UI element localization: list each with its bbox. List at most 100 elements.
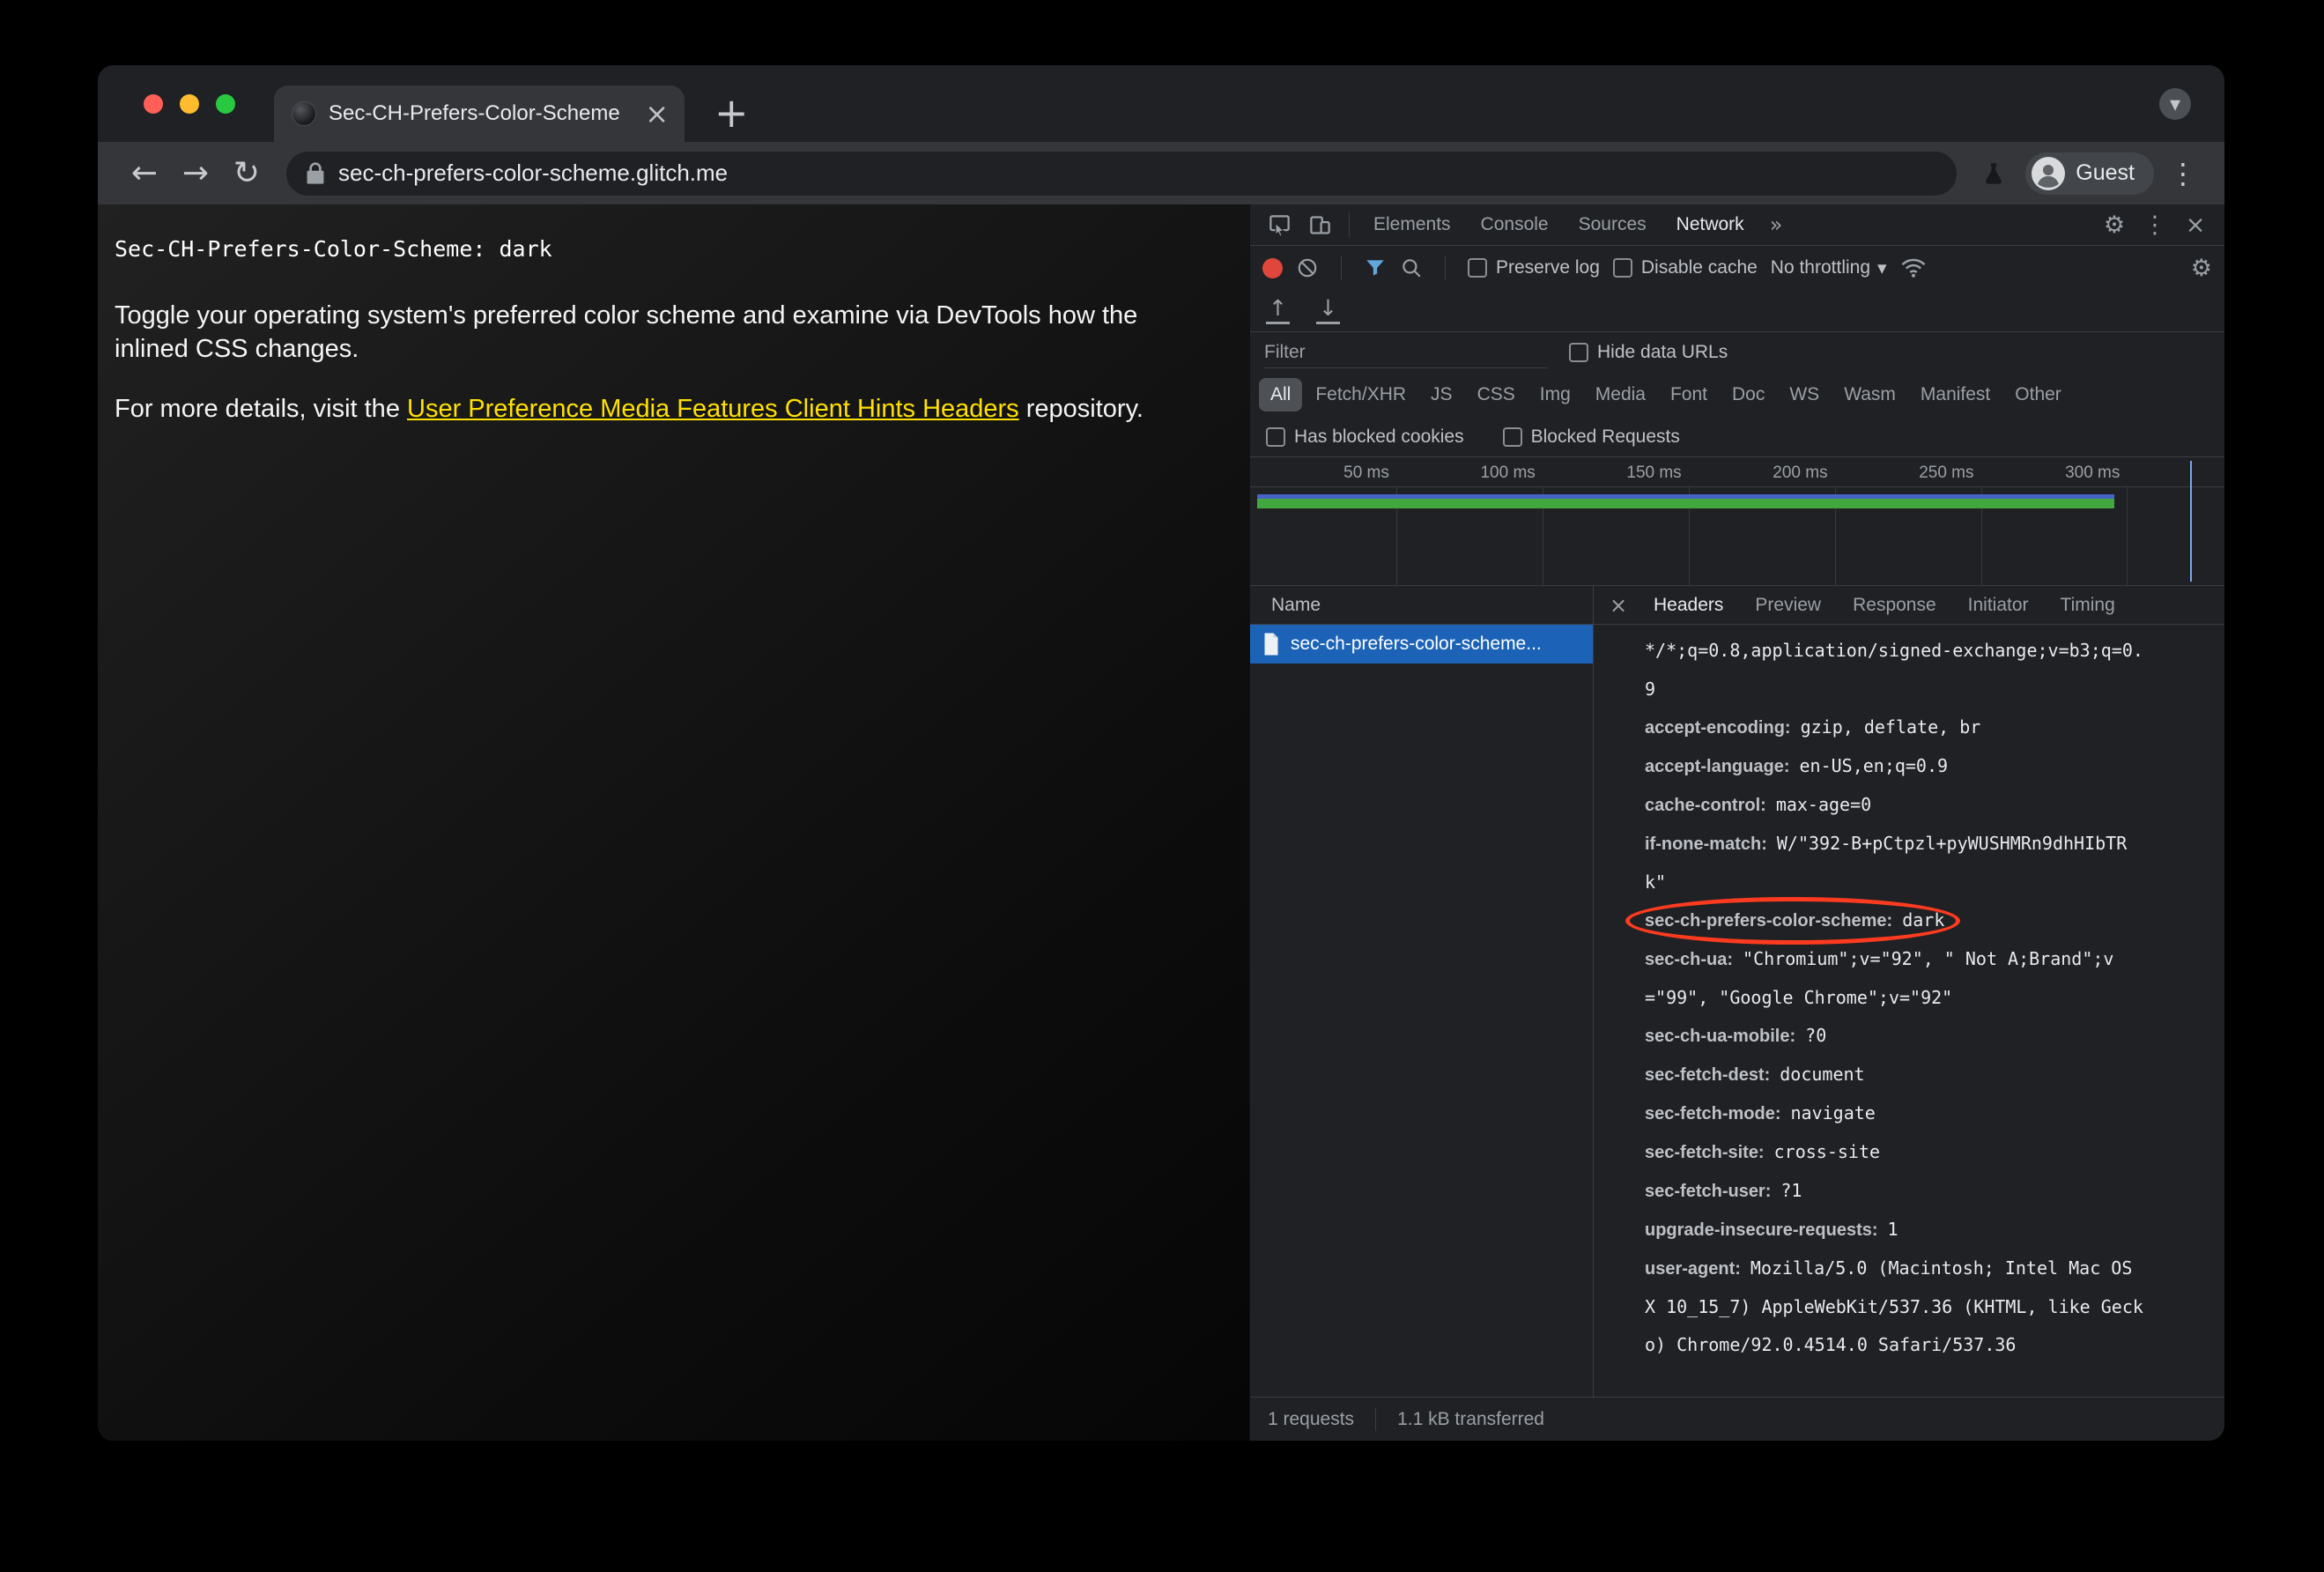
request-row-selected[interactable]: sec-ch-prefers-color-scheme... <box>1250 625 1593 664</box>
transferred-size: 1.1 kB transferred <box>1397 1408 1544 1429</box>
traffic-lights <box>144 94 235 114</box>
header-name: accept-encoding: <box>1645 718 1791 738</box>
checkbox-box[interactable] <box>1569 343 1588 362</box>
avatar <box>2032 156 2066 190</box>
divider <box>1375 1407 1377 1431</box>
detail-tab-initiator[interactable]: Initiator <box>1952 586 2045 624</box>
document-icon <box>1262 633 1280 656</box>
devtools-close-icon[interactable]: × <box>2175 211 2216 239</box>
chip-img[interactable]: Img <box>1528 378 1582 412</box>
header-row: user-agent: Mozilla/5.0 (Macintosh; Intel… <box>1645 1249 2145 1364</box>
detail-tab-timing[interactable]: Timing <box>2045 586 2131 624</box>
header-row-sec-ch-prefers-color-scheme: sec-ch-prefers-color-scheme: dark <box>1625 897 2145 945</box>
profile-chip[interactable]: Guest <box>2025 152 2154 195</box>
filter-funnel-icon[interactable] <box>1364 256 1387 279</box>
chip-other[interactable]: Other <box>2003 378 2073 412</box>
divider <box>1445 256 1446 280</box>
chip-js[interactable]: JS <box>1419 378 1464 412</box>
header-name: sec-fetch-user: <box>1645 1182 1772 1201</box>
chip-font[interactable]: Font <box>1659 378 1719 412</box>
checkbox-box[interactable] <box>1612 258 1632 278</box>
page-content: Sec-CH-Prefers-Color-Scheme: dark Toggle… <box>98 204 1249 1441</box>
devtools-tab-network[interactable]: Network <box>1662 204 1759 245</box>
timeline-tick: 200 ms <box>1773 463 1828 482</box>
divider <box>1349 212 1350 237</box>
disable-cache-checkbox[interactable]: Disable cache <box>1612 257 1758 278</box>
minimize-window-button[interactable] <box>180 94 199 114</box>
export-har-icon[interactable]: ↓ <box>1315 297 1340 324</box>
header-name: sec-ch-ua-mobile: <box>1645 1027 1796 1046</box>
import-har-icon[interactable]: ↑ <box>1266 297 1290 324</box>
detail-tab-preview[interactable]: Preview <box>1739 586 1837 624</box>
header-value: max-age=0 <box>1775 794 1872 815</box>
name-column-header[interactable]: Name <box>1250 586 1593 625</box>
search-icon[interactable] <box>1400 256 1423 279</box>
devtools-settings-gear-icon[interactable]: ⚙ <box>2094 211 2135 239</box>
timeline-bar-green <box>1257 499 2115 508</box>
browser-tab[interactable]: Sec-CH-Prefers-Color-Scheme × <box>274 85 685 142</box>
device-toolbar-icon[interactable] <box>1299 213 1340 237</box>
new-tab-button[interactable]: + <box>714 93 749 133</box>
page-paragraph-1: Toggle your operating system's preferred… <box>115 301 1138 363</box>
close-detail-icon[interactable]: × <box>1599 593 1638 618</box>
checkbox-box[interactable] <box>1468 258 1487 278</box>
detail-tab-response[interactable]: Response <box>1837 586 1952 624</box>
detail-tabbar: × Headers Preview Response Initiator Tim… <box>1594 586 2224 625</box>
tab-close-icon[interactable]: × <box>645 100 669 128</box>
browser-toolbar: ← → ↻ sec-ch-prefers-color-scheme.glitch… <box>98 142 2224 204</box>
client-hints-repo-link[interactable]: User Preference Media Features Client Hi… <box>407 395 1019 423</box>
chip-all[interactable]: All <box>1259 378 1303 412</box>
clear-network-log-icon[interactable] <box>1296 256 1319 279</box>
chip-ws[interactable]: WS <box>1778 378 1831 412</box>
record-network-log-button[interactable] <box>1262 257 1283 278</box>
throttling-dropdown[interactable]: No throttling ▾ <box>1771 257 1887 278</box>
preserve-log-checkbox[interactable]: Preserve log <box>1468 257 1600 278</box>
blocked-filters-row: Has blocked cookies Blocked Requests <box>1250 417 2224 457</box>
tab-search-button[interactable]: ▾ <box>2159 88 2191 120</box>
timeline-tick: 100 ms <box>1480 463 1536 482</box>
page-paragraph-2: For more details, visit the User Prefere… <box>115 392 1181 426</box>
chip-fetch-xhr[interactable]: Fetch/XHR <box>1304 378 1417 412</box>
address-bar[interactable]: sec-ch-prefers-color-scheme.glitch.me <box>286 151 1958 196</box>
preserve-log-label: Preserve log <box>1496 257 1600 278</box>
filter-input[interactable] <box>1264 337 1548 368</box>
chip-manifest[interactable]: Manifest <box>1909 378 2002 412</box>
chip-css[interactable]: CSS <box>1466 378 1527 412</box>
browser-menu-kebab-icon[interactable]: ⋮ <box>2163 157 2203 190</box>
labs-beaker-icon[interactable] <box>1971 160 2017 187</box>
checkbox-box[interactable] <box>1502 426 1522 447</box>
chip-doc[interactable]: Doc <box>1721 378 1776 412</box>
header-row: cache-control: max-age=0 <box>1645 786 2145 825</box>
devtools-tab-sources[interactable]: Sources <box>1564 204 1662 245</box>
inspect-element-icon[interactable] <box>1259 213 1299 237</box>
devtools-menu-kebab-icon[interactable]: ⋮ <box>2135 211 2175 239</box>
disable-cache-label: Disable cache <box>1640 257 1758 278</box>
chip-wasm[interactable]: Wasm <box>1832 378 1907 412</box>
reload-button[interactable]: ↻ <box>221 157 272 189</box>
devtools-tabbar: Elements Console Sources Network » ⚙ ⋮ × <box>1250 204 2224 246</box>
blocked-requests-checkbox[interactable]: Blocked Requests <box>1502 426 1680 448</box>
close-window-button[interactable] <box>144 94 163 114</box>
lock-icon[interactable] <box>306 161 325 185</box>
network-conditions-icon[interactable] <box>1900 256 1927 279</box>
has-blocked-cookies-checkbox[interactable]: Has blocked cookies <box>1266 426 1464 448</box>
network-settings-gear-icon[interactable]: ⚙ <box>2191 255 2212 282</box>
back-button[interactable]: ← <box>119 157 170 189</box>
screenshot-root: { "window": { "tab_title": "Sec-CH-Prefe… <box>0 0 2324 1572</box>
filter-row: Hide data URLs <box>1250 332 2224 373</box>
header-value: ?0 <box>1805 1025 1827 1046</box>
forward-button[interactable]: → <box>170 157 221 189</box>
chip-media[interactable]: Media <box>1584 378 1657 412</box>
tab-strip: Sec-CH-Prefers-Color-Scheme × + ▾ <box>98 65 2224 142</box>
header-name: user-agent: <box>1645 1259 1741 1279</box>
detail-tab-headers[interactable]: Headers <box>1638 586 1739 624</box>
network-timeline-overview[interactable]: 50 ms 100 ms 150 ms 200 ms 250 ms 300 ms <box>1250 457 2224 586</box>
more-tabs-icon[interactable]: » <box>1759 212 1794 237</box>
checkbox-box[interactable] <box>1266 426 1285 447</box>
header-name: accept-language: <box>1645 757 1790 776</box>
devtools-tab-elements[interactable]: Elements <box>1358 204 1466 245</box>
devtools-tab-console[interactable]: Console <box>1466 204 1564 245</box>
fullscreen-window-button[interactable] <box>216 94 235 114</box>
request-type-chips: All Fetch/XHR JS CSS Img Media Font Doc … <box>1250 373 2224 417</box>
hide-data-urls-checkbox[interactable]: Hide data URLs <box>1569 342 1728 363</box>
